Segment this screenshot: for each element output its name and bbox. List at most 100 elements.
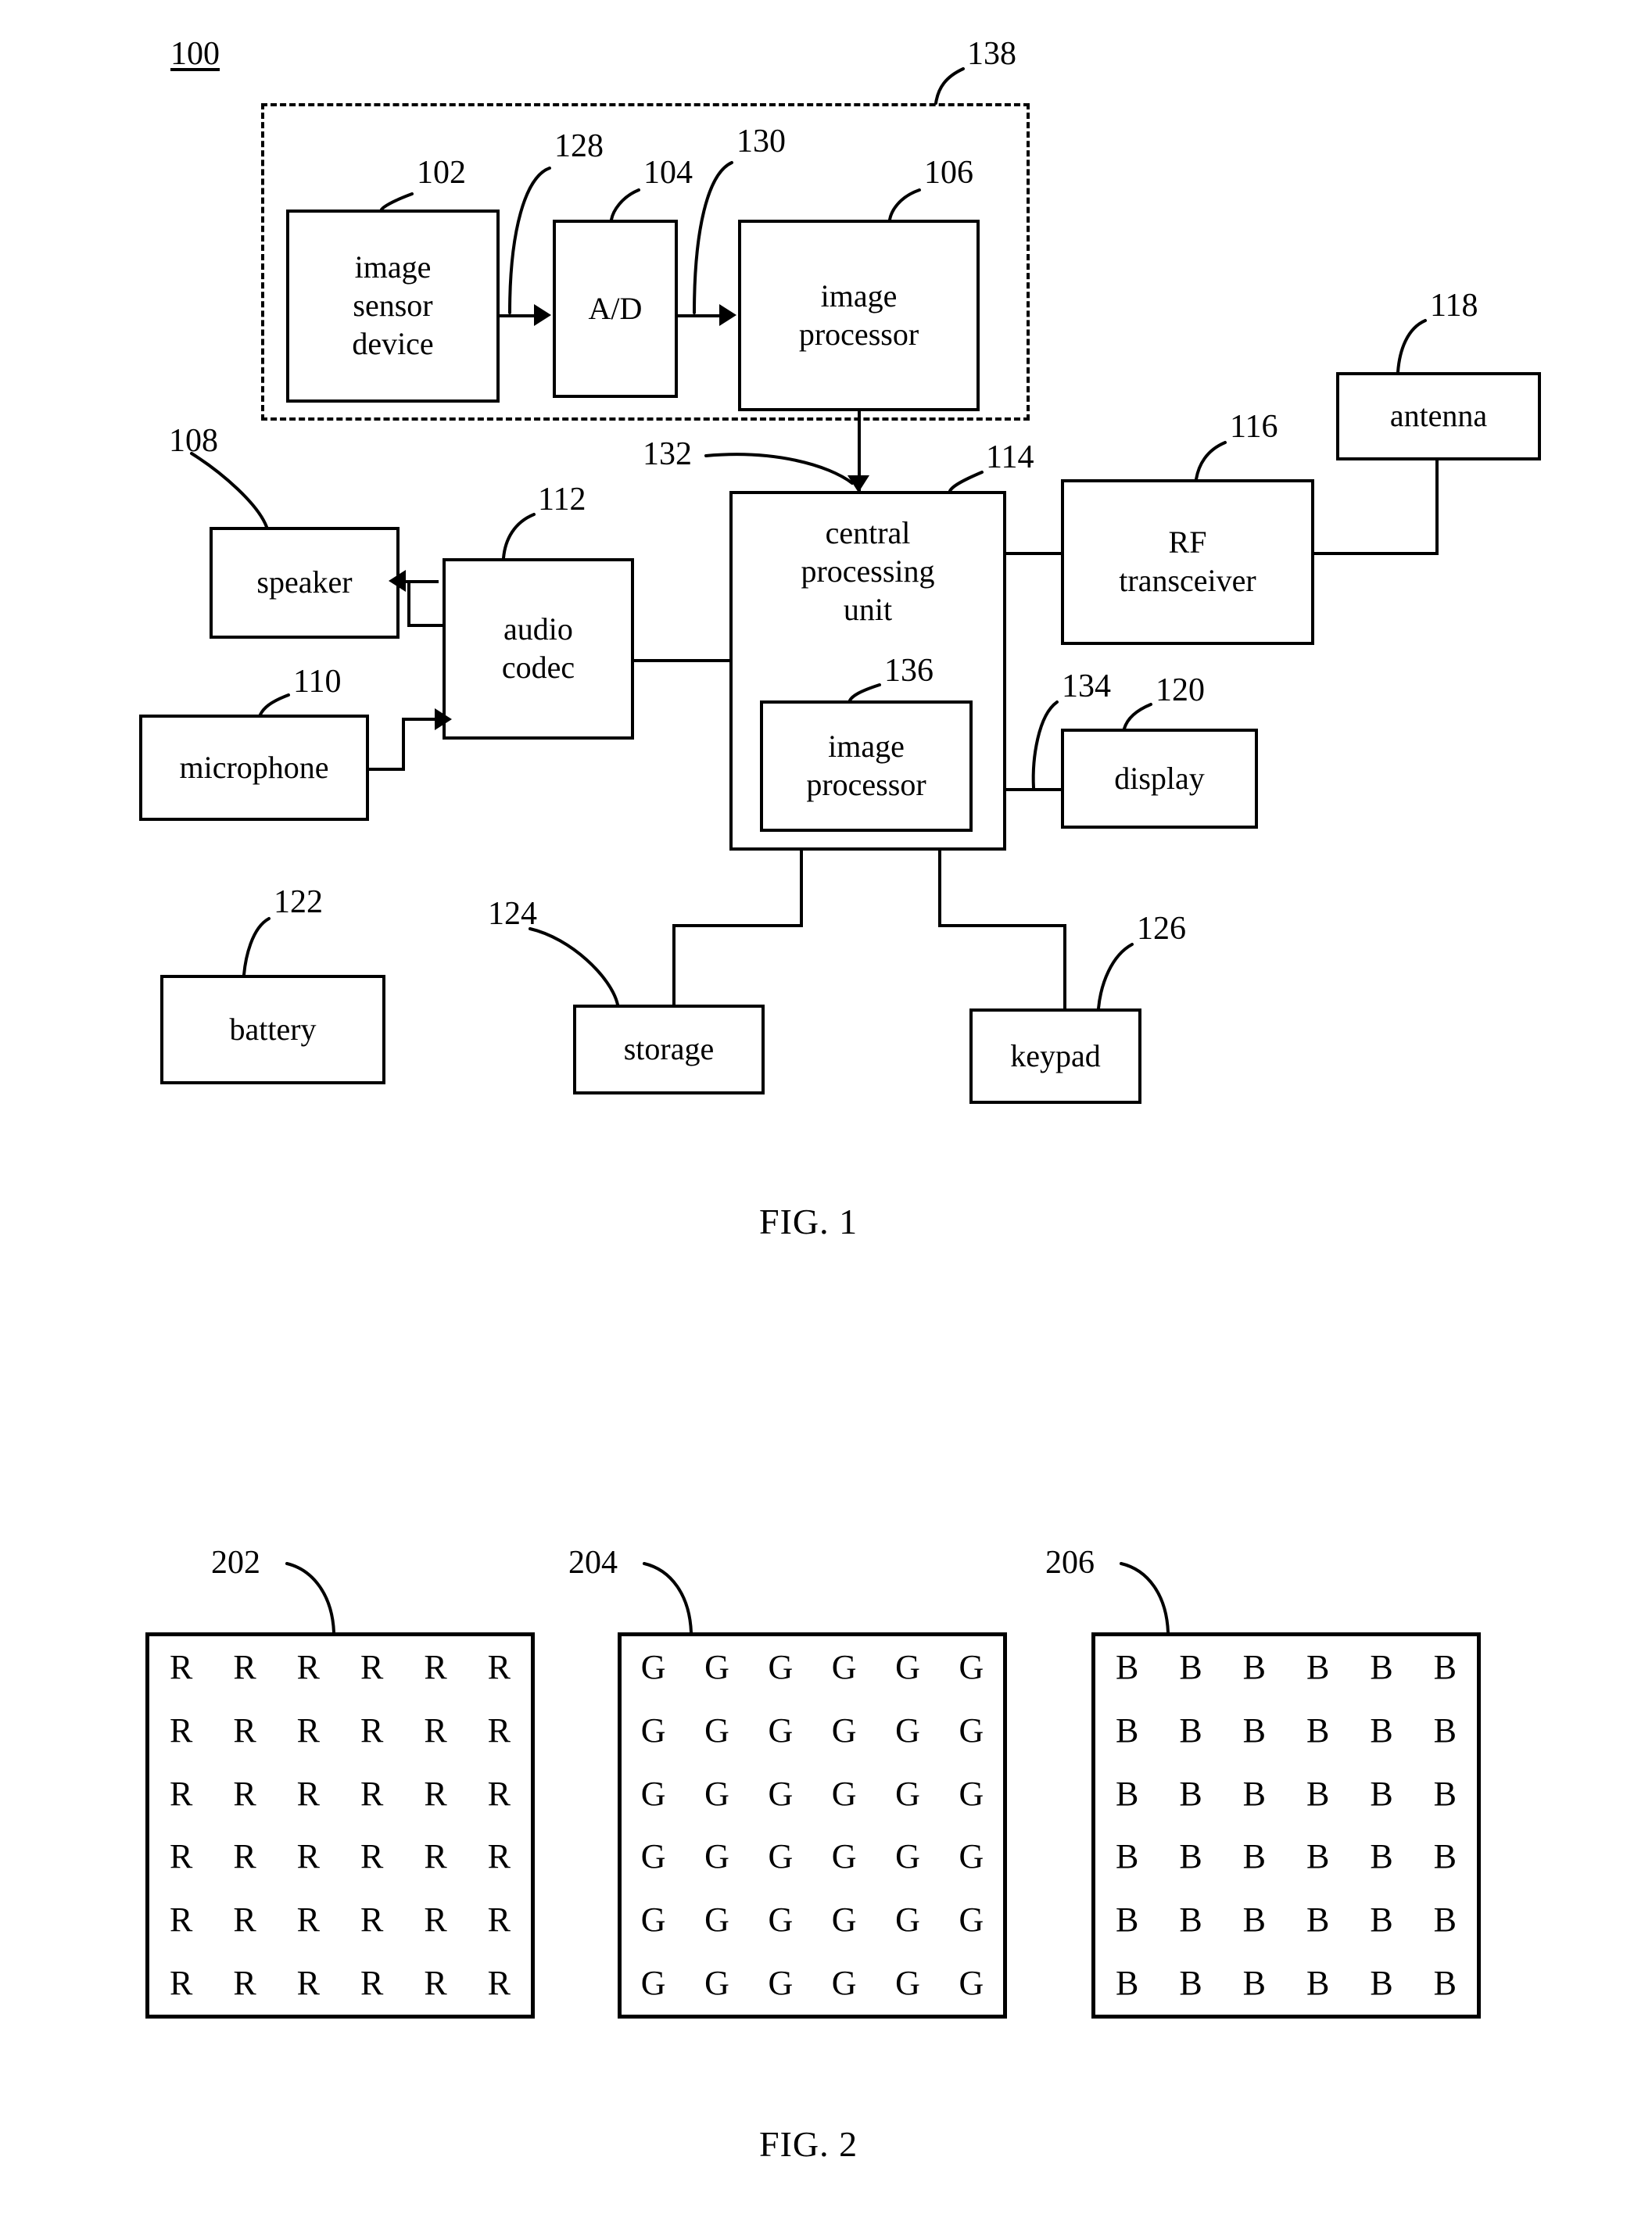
connector-microphone-to-codec-upper <box>402 718 436 721</box>
grid-cell-r: R <box>487 1774 511 1813</box>
patent-drawing-sheet: 100 138 image sensor device 102 A/D 104 … <box>0 0 1652 2214</box>
grid-cell-g: G <box>768 1963 794 2002</box>
reference-124: 124 <box>488 896 537 932</box>
keypad-label: keypad <box>1010 1037 1101 1073</box>
image-processor-in-cpu-label-line1: image <box>828 729 905 765</box>
connector-codec-to-cpu <box>634 659 731 662</box>
grid-cell-r: R <box>296 1900 320 1939</box>
grid-cell-b: B <box>1433 1963 1457 2002</box>
grid-cell-b: B <box>1306 1963 1330 2002</box>
grid-cell-b: B <box>1433 1648 1457 1687</box>
connector-ad-to-image-processor <box>678 314 721 317</box>
grid-cell-b: B <box>1115 1837 1139 1876</box>
leader-110 <box>259 693 290 716</box>
reference-112: 112 <box>538 482 586 518</box>
connector-cpu-to-keypad-vertical-lower <box>1063 924 1066 1010</box>
grid-cell-b: B <box>1179 1963 1202 2002</box>
arrowhead-image-processor-to-cpu <box>848 475 869 493</box>
grid-cell-b: B <box>1306 1648 1330 1687</box>
block-rf-transceiver: RF transceiver <box>1061 479 1314 645</box>
connector-codec-to-speaker-lower <box>407 624 445 627</box>
connector-cpu-to-storage-horizontal <box>672 924 802 927</box>
grid-cell-r: R <box>424 1837 447 1876</box>
grid-cell-r: R <box>296 1774 320 1813</box>
connector-cpu-to-keypad-horizontal <box>938 924 1066 927</box>
speaker-label: speaker <box>256 564 353 600</box>
arrowhead-codec-to-speaker <box>389 570 406 592</box>
grid-cell-r: R <box>360 1900 384 1939</box>
grid-cell-r: R <box>424 1774 447 1813</box>
connector-cpu-to-display <box>1005 788 1064 791</box>
grid-cell-r: R <box>360 1837 384 1876</box>
grid-cell-b: B <box>1370 1711 1393 1750</box>
grid-cell-g: G <box>640 1648 666 1687</box>
figure-2-caption: FIG. 2 <box>759 2124 858 2164</box>
grid-cell-g: G <box>640 1837 666 1876</box>
grid-cell-r: R <box>424 1900 447 1939</box>
block-display: display <box>1061 729 1258 829</box>
grid-cell-r: R <box>233 1963 256 2002</box>
reference-122: 122 <box>274 884 323 920</box>
grid-cell-b: B <box>1306 1711 1330 1750</box>
leader-204 <box>643 1562 693 1634</box>
grid-cell-b: B <box>1242 1648 1266 1687</box>
grid-cell-g: G <box>831 1837 857 1876</box>
grid-cell-b: B <box>1370 1774 1393 1813</box>
grid-cell-b: B <box>1306 1837 1330 1876</box>
block-battery: battery <box>160 975 385 1084</box>
arrowhead-sensor-to-ad <box>534 304 551 326</box>
reference-202: 202 <box>211 1545 260 1581</box>
grid-cell-b: B <box>1179 1648 1202 1687</box>
reference-134: 134 <box>1062 668 1111 704</box>
grid-cell-b: B <box>1370 1837 1393 1876</box>
grid-cell-g: G <box>959 1648 984 1687</box>
grid-cell-g: G <box>831 1648 857 1687</box>
leader-202 <box>285 1562 335 1634</box>
connector-codec-to-speaker-vertical <box>407 580 410 627</box>
grid-cell-r: R <box>169 1774 193 1813</box>
grid-cell-r: R <box>487 1648 511 1687</box>
grid-cell-g: G <box>831 1774 857 1813</box>
block-image-processor-module: image processor <box>738 220 980 411</box>
reference-118: 118 <box>1430 288 1478 324</box>
grid-cell-r: R <box>233 1648 256 1687</box>
grid-cell-g: G <box>704 1837 729 1876</box>
grid-cell-g: G <box>831 1963 857 2002</box>
grid-cell-g: G <box>640 1711 666 1750</box>
microphone-label: microphone <box>179 749 329 785</box>
grid-cell-r: R <box>424 1648 447 1687</box>
grid-cell-r: R <box>233 1774 256 1813</box>
grid-cell-r: R <box>233 1711 256 1750</box>
grid-cell-g: G <box>704 1648 729 1687</box>
reference-132: 132 <box>643 436 692 472</box>
grid-cell-g: G <box>768 1711 794 1750</box>
rf-transceiver-label-line1: RF <box>1168 525 1207 561</box>
grid-cell-r: R <box>424 1711 447 1750</box>
leader-118 <box>1396 319 1427 374</box>
image-processor-module-label-line1: image <box>820 278 898 313</box>
block-ad-converter: A/D <box>553 220 678 398</box>
block-image-sensor-device: image sensor device <box>286 210 500 403</box>
leader-206 <box>1120 1562 1170 1634</box>
grid-cell-b: B <box>1179 1837 1202 1876</box>
leader-112 <box>502 513 536 560</box>
grid-cell-b: B <box>1242 1774 1266 1813</box>
connector-microphone-to-codec-lower <box>369 768 405 771</box>
grid-cell-g: G <box>895 1711 920 1750</box>
block-antenna: antenna <box>1336 372 1541 460</box>
grid-cell-r: R <box>296 1711 320 1750</box>
grid-cell-r: R <box>233 1837 256 1876</box>
display-label: display <box>1114 760 1205 796</box>
cpu-label-line2: processing <box>801 553 935 589</box>
connector-cpu-to-keypad-vertical-upper <box>938 851 941 927</box>
cpu-label-line3: unit <box>843 591 893 627</box>
grid-cell-r: R <box>360 1963 384 2002</box>
leader-132 <box>704 453 854 485</box>
image-sensor-device-label-line3: device <box>352 325 434 361</box>
grid-cell-b: B <box>1370 1963 1393 2002</box>
cpu-label-line1: central <box>825 515 911 550</box>
grid-cell-g: G <box>959 1774 984 1813</box>
rf-transceiver-label-line2: transceiver <box>1119 563 1256 598</box>
block-image-processor-in-cpu: image processor <box>760 700 973 832</box>
grid-cell-r: R <box>296 1837 320 1876</box>
